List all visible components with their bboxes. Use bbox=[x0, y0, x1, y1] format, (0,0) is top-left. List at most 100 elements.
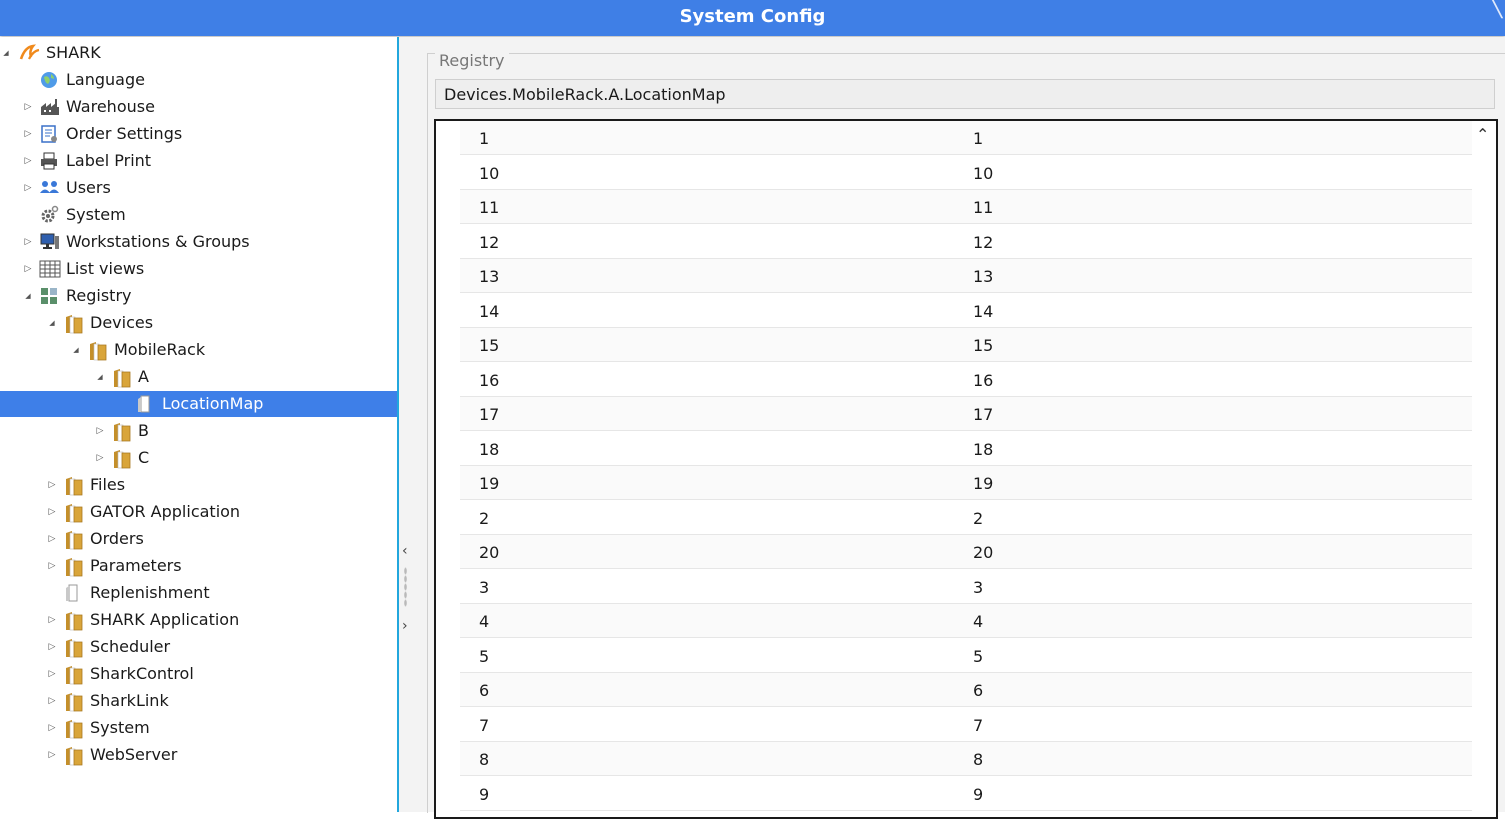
key-cell[interactable]: 7 bbox=[479, 716, 489, 735]
table-row[interactable]: 11 bbox=[460, 121, 1474, 155]
table-row[interactable]: 55 bbox=[460, 639, 1474, 673]
table-row[interactable]: 18 18 bbox=[460, 432, 1474, 466]
value-cell[interactable]: 15 bbox=[973, 336, 993, 355]
key-cell[interactable]: 12 bbox=[479, 233, 499, 252]
expand-arrow-icon[interactable]: ▷ bbox=[46, 695, 58, 707]
tree-item-label-print[interactable]: ▷ Label Print bbox=[0, 148, 397, 174]
tree-item-mobilerack[interactable]: ◢ MobileRack bbox=[0, 337, 397, 363]
value-cell[interactable]: 9 bbox=[973, 785, 983, 804]
expand-arrow-icon[interactable]: ▷ bbox=[46, 479, 58, 491]
tree-item-system-reg[interactable]: ▷ System bbox=[0, 715, 397, 741]
value-cell[interactable]: 16 bbox=[973, 371, 993, 390]
key-cell[interactable]: 19 bbox=[479, 474, 499, 493]
tree-item-order-settings[interactable]: ▷ Order Settings bbox=[0, 121, 397, 147]
tree-item-parameters[interactable]: ▷ Parameters bbox=[0, 553, 397, 579]
value-cell[interactable]: 12 bbox=[973, 233, 993, 252]
table-row[interactable]: 88 bbox=[460, 742, 1474, 776]
value-cell[interactable]: 17 bbox=[973, 405, 993, 424]
expand-arrow-icon[interactable]: ▷ bbox=[46, 749, 58, 761]
panel-splitter[interactable]: ‹ › bbox=[399, 37, 413, 812]
tree-item-scheduler[interactable]: ▷ Scheduler bbox=[0, 634, 397, 660]
tree-item-warehouse[interactable]: ▷ Warehouse bbox=[0, 94, 397, 120]
table-row[interactable]: 44 bbox=[460, 604, 1474, 638]
tree-item-workstations[interactable]: ▷ Workstations & Groups bbox=[0, 229, 397, 255]
key-cell[interactable]: 4 bbox=[479, 612, 489, 631]
expand-arrow-icon[interactable]: ▷ bbox=[46, 533, 58, 545]
value-cell[interactable]: 20 bbox=[973, 543, 993, 562]
value-cell[interactable]: 3 bbox=[973, 578, 983, 597]
table-row[interactable]: 13 13 bbox=[460, 259, 1474, 293]
key-cell[interactable]: 3 bbox=[479, 578, 489, 597]
table-row[interactable]: 22 bbox=[460, 501, 1474, 535]
value-cell[interactable]: 1 bbox=[973, 129, 983, 148]
tree-item-locationmap[interactable]: LocationMap bbox=[0, 391, 397, 417]
expand-arrow-icon[interactable]: ▷ bbox=[22, 236, 34, 248]
table-row[interactable]: 19 19 bbox=[460, 466, 1474, 500]
expand-right-icon[interactable]: › bbox=[402, 618, 408, 634]
expand-arrow-icon[interactable]: ▷ bbox=[46, 641, 58, 653]
table-row[interactable]: 77 bbox=[460, 708, 1474, 742]
value-cell[interactable]: 11 bbox=[973, 198, 993, 217]
table-row[interactable]: 20 20 bbox=[460, 535, 1474, 569]
tree-item-shark-application[interactable]: ▷ SHARK Application bbox=[0, 607, 397, 633]
tree-item-b[interactable]: ▷ B bbox=[0, 418, 397, 444]
vertical-scrollbar[interactable]: ⌃ bbox=[1472, 121, 1496, 817]
tree-item-c[interactable]: ▷ C bbox=[0, 445, 397, 471]
expand-arrow-icon[interactable]: ▷ bbox=[22, 128, 34, 140]
expand-arrow-icon[interactable]: ▷ bbox=[46, 560, 58, 572]
tree-item-files[interactable]: ▷ Files bbox=[0, 472, 397, 498]
tree-item-gator-application[interactable]: ▷ GATOR Application bbox=[0, 499, 397, 525]
key-cell[interactable]: 14 bbox=[479, 302, 499, 321]
key-cell[interactable]: 1 bbox=[479, 129, 489, 148]
key-cell[interactable]: 18 bbox=[479, 440, 499, 459]
key-cell[interactable]: 16 bbox=[479, 371, 499, 390]
scroll-up-icon[interactable]: ⌃ bbox=[1476, 125, 1489, 144]
value-cell[interactable]: 8 bbox=[973, 750, 983, 769]
key-cell[interactable]: 11 bbox=[479, 198, 499, 217]
key-cell[interactable]: 6 bbox=[479, 681, 489, 700]
value-cell[interactable]: 7 bbox=[973, 716, 983, 735]
close-icon[interactable]: ╲ bbox=[1489, 0, 1505, 18]
value-cell[interactable]: 10 bbox=[973, 164, 993, 183]
key-cell[interactable]: 2 bbox=[479, 509, 489, 528]
key-cell[interactable]: 17 bbox=[479, 405, 499, 424]
tree-item-sharkcontrol[interactable]: ▷ SharkControl bbox=[0, 661, 397, 687]
table-row[interactable]: 14 14 bbox=[460, 294, 1474, 328]
tree-item-shark[interactable]: ◢ SHARK bbox=[0, 40, 397, 66]
value-cell[interactable]: 19 bbox=[973, 474, 993, 493]
collapse-left-icon[interactable]: ‹ bbox=[402, 543, 408, 559]
key-cell[interactable]: 13 bbox=[479, 267, 499, 286]
collapse-arrow-icon[interactable]: ◢ bbox=[0, 47, 12, 59]
expand-arrow-icon[interactable]: ▷ bbox=[22, 101, 34, 113]
collapse-arrow-icon[interactable]: ◢ bbox=[94, 371, 106, 383]
value-cell[interactable]: 18 bbox=[973, 440, 993, 459]
tree-item-devices[interactable]: ◢ Devices bbox=[0, 310, 397, 336]
tree-item-system[interactable]: System bbox=[0, 202, 397, 228]
table-row[interactable]: 12 12 bbox=[460, 225, 1474, 259]
key-cell[interactable]: 10 bbox=[479, 164, 499, 183]
tree-item-users[interactable]: ▷ Users bbox=[0, 175, 397, 201]
expand-arrow-icon[interactable]: ▷ bbox=[46, 506, 58, 518]
value-cell[interactable]: 4 bbox=[973, 612, 983, 631]
value-cell[interactable]: 13 bbox=[973, 267, 993, 286]
expand-arrow-icon[interactable]: ▷ bbox=[46, 614, 58, 626]
key-cell[interactable]: 8 bbox=[479, 750, 489, 769]
table-row[interactable]: 10 10 bbox=[460, 156, 1474, 190]
expand-arrow-icon[interactable]: ▷ bbox=[46, 722, 58, 734]
registry-table[interactable]: 1 1 10 10 11 11 12 12 13 13 14 14 15 15 16 16 17 17 18 18 19… bbox=[434, 119, 1498, 819]
tree-item-webserver[interactable]: ▷ WebServer bbox=[0, 742, 397, 768]
value-cell[interactable]: 14 bbox=[973, 302, 993, 321]
table-row[interactable]: 17 17 bbox=[460, 397, 1474, 431]
value-cell[interactable]: 6 bbox=[973, 681, 983, 700]
expand-arrow-icon[interactable]: ▷ bbox=[46, 668, 58, 680]
collapse-arrow-icon[interactable]: ◢ bbox=[22, 290, 34, 302]
expand-arrow-icon[interactable]: ▷ bbox=[94, 452, 106, 464]
table-row[interactable]: 33 bbox=[460, 570, 1474, 604]
expand-arrow-icon[interactable]: ▷ bbox=[22, 182, 34, 194]
tree-item-orders[interactable]: ▷ Orders bbox=[0, 526, 397, 552]
value-cell[interactable]: 2 bbox=[973, 509, 983, 528]
key-cell[interactable]: 15 bbox=[479, 336, 499, 355]
table-row[interactable]: 15 15 bbox=[460, 328, 1474, 362]
tree-item-list-views[interactable]: ▷ List views bbox=[0, 256, 397, 282]
collapse-arrow-icon[interactable]: ◢ bbox=[70, 344, 82, 356]
